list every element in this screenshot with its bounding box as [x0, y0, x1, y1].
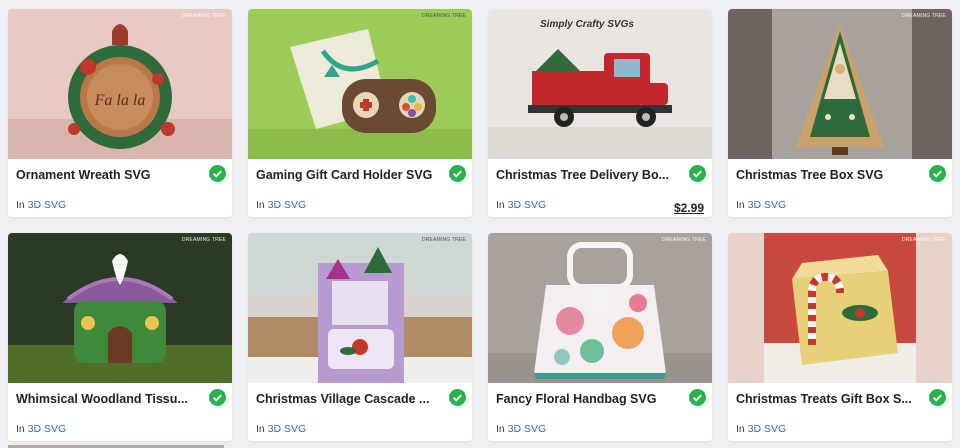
- check-circle-icon: [209, 165, 226, 182]
- product-card[interactable]: Simply Crafty SVGs Christmas Tree Delive…: [488, 9, 712, 217]
- category-line: In 3D SVG: [736, 423, 787, 435]
- simply-crafty-logo: Simply Crafty SVGs: [540, 19, 634, 30]
- category-link[interactable]: 3D SVG: [508, 199, 547, 211]
- check-circle-icon: [449, 165, 466, 182]
- category-line: In 3D SVG: [736, 199, 787, 211]
- product-card[interactable]: Fa la la DREAMING TREE Ornament Wreath S…: [8, 9, 232, 217]
- category-line: In 3D SVG: [496, 423, 547, 435]
- category-line: In 3D SVG: [496, 199, 547, 211]
- category-line: In 3D SVG: [16, 199, 67, 211]
- product-card[interactable]: DREAMING TREE Whimsical Woodland Tissu..…: [8, 233, 232, 441]
- category-link[interactable]: 3D SVG: [268, 199, 307, 211]
- treats-gift-box-image[interactable]: DREAMING TREE: [728, 233, 952, 383]
- category-line: In 3D SVG: [256, 423, 307, 435]
- gaming-card-holder-image[interactable]: DREAMING TREE: [248, 9, 472, 159]
- tree-box-image[interactable]: DREAMING TREE: [728, 9, 952, 159]
- brand-watermark: DREAMING TREE: [661, 237, 706, 243]
- product-card[interactable]: DREAMING TREE Christmas Treats Gift Box …: [728, 233, 952, 441]
- category-link[interactable]: 3D SVG: [28, 199, 67, 211]
- category-link[interactable]: 3D SVG: [508, 423, 547, 435]
- product-title[interactable]: Ornament Wreath SVG: [16, 168, 194, 182]
- check-circle-icon: [209, 389, 226, 406]
- product-card[interactable]: DREAMING TREE Gaming Gift Card Holder SV…: [248, 9, 472, 217]
- price[interactable]: $2.99: [674, 201, 704, 215]
- product-grid: Fa la la DREAMING TREE Ornament Wreath S…: [8, 9, 952, 441]
- category-link[interactable]: 3D SVG: [748, 423, 787, 435]
- product-title[interactable]: Christmas Tree Box SVG: [736, 168, 914, 182]
- product-title[interactable]: Fancy Floral Handbag SVG: [496, 392, 674, 406]
- brand-watermark: DREAMING TREE: [421, 13, 466, 19]
- product-title[interactable]: Christmas Village Cascade ...: [256, 392, 434, 406]
- floral-handbag-image[interactable]: DREAMING TREE: [488, 233, 712, 383]
- product-title[interactable]: Christmas Tree Delivery Bo...: [496, 168, 674, 182]
- brand-watermark: DREAMING TREE: [181, 13, 226, 19]
- check-circle-icon: [449, 389, 466, 406]
- check-circle-icon: [929, 389, 946, 406]
- category-line: In 3D SVG: [16, 423, 67, 435]
- brand-watermark: DREAMING TREE: [901, 13, 946, 19]
- category-link[interactable]: 3D SVG: [28, 423, 67, 435]
- product-title[interactable]: Gaming Gift Card Holder SVG: [256, 168, 434, 182]
- product-card[interactable]: DREAMING TREE Christmas Tree Box SVG In …: [728, 9, 952, 217]
- product-title[interactable]: Christmas Treats Gift Box S...: [736, 392, 914, 406]
- ornament-wreath-image[interactable]: Fa la la DREAMING TREE: [8, 9, 232, 159]
- category-link[interactable]: 3D SVG: [748, 199, 787, 211]
- brand-watermark: DREAMING TREE: [181, 237, 226, 243]
- product-card[interactable]: DREAMING TREE Christmas Village Cascade …: [248, 233, 472, 441]
- check-circle-icon: [689, 165, 706, 182]
- woodland-tissue-house-image[interactable]: DREAMING TREE: [8, 233, 232, 383]
- brand-watermark: DREAMING TREE: [901, 237, 946, 243]
- category-line: In 3D SVG: [256, 199, 307, 211]
- category-link[interactable]: 3D SVG: [268, 423, 307, 435]
- product-card[interactable]: DREAMING TREE Fancy Floral Handbag SVG I…: [488, 233, 712, 441]
- check-circle-icon: [689, 389, 706, 406]
- red-truck-image[interactable]: Simply Crafty SVGs: [488, 9, 712, 159]
- product-title[interactable]: Whimsical Woodland Tissu...: [16, 392, 194, 406]
- check-circle-icon: [929, 165, 946, 182]
- brand-watermark: DREAMING TREE: [421, 237, 466, 243]
- svg-text:Fa la la: Fa la la: [94, 92, 146, 109]
- village-cascade-card-image[interactable]: DREAMING TREE: [248, 233, 472, 383]
